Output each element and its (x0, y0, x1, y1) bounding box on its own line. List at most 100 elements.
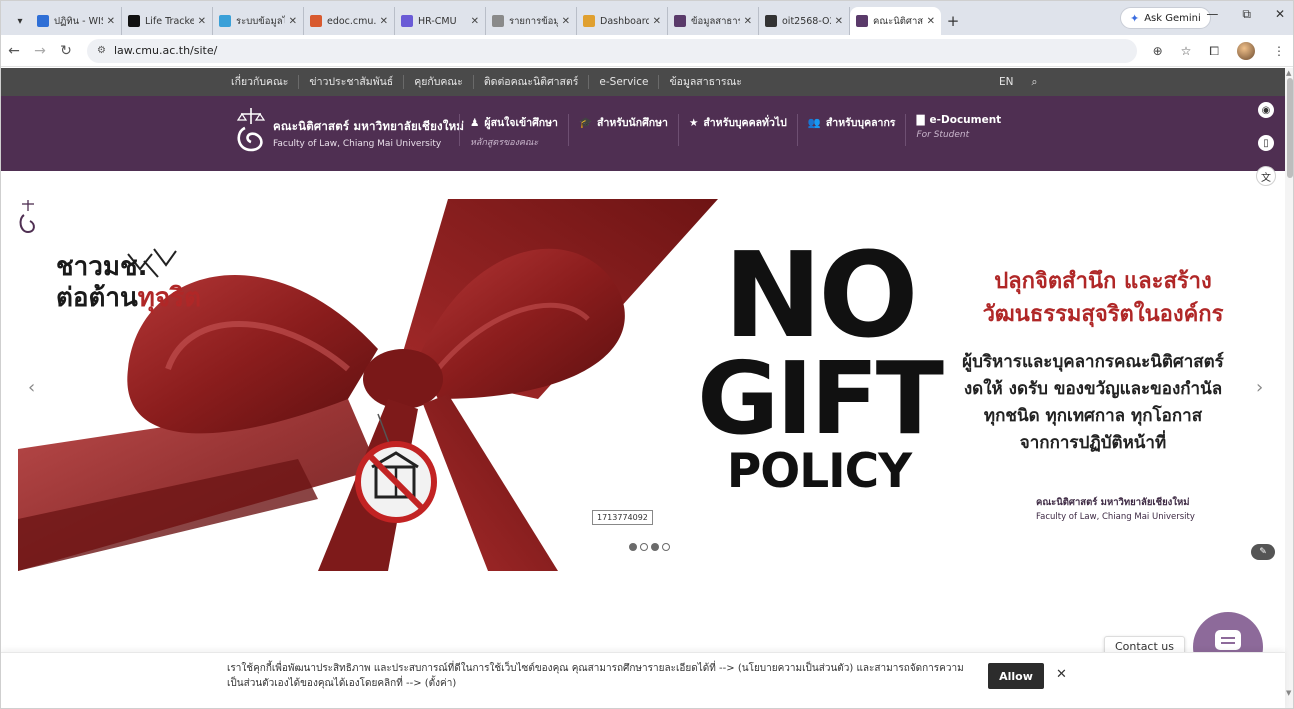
extensions-icon[interactable]: ⧠ (1209, 44, 1219, 59)
cookie-allow-button[interactable]: Allow (988, 663, 1044, 689)
tab-close-icon[interactable]: ✕ (198, 16, 206, 27)
main-nav-label: ★ สำหรับบุคคลทั่วไป (689, 114, 787, 131)
hero-banner: ชาวมช. ต่อต้านทุจริต NO GIFT POLICY ปลุก… (18, 199, 1276, 571)
ask-gemini-button[interactable]: ✦ Ask Gemini (1120, 7, 1211, 29)
brand[interactable]: คณะนิติศาสตร์ มหาวิทยาลัยเชียงใหม่ Facul… (273, 118, 464, 149)
slide-dot[interactable] (662, 543, 670, 551)
top-nav-item[interactable]: คุยกับคณะ (404, 75, 474, 89)
forward-icon[interactable]: → (27, 43, 53, 59)
main-nav-item[interactable]: ★ สำหรับบุคคลทั่วไป (677, 114, 797, 146)
browser-tab[interactable]: Dashboard ส่วน ✕ (577, 7, 668, 35)
menu-kebab-icon[interactable]: ⋮ (1273, 44, 1285, 58)
title-policy: POLICY (726, 444, 912, 499)
main-nav-text: สำหรับบุคคลทั่วไป (703, 117, 787, 129)
main-nav-item[interactable]: ♟ ผู้สนใจเข้าศึกษา หลักสูตรของคณะ (459, 114, 568, 148)
faculty-logo[interactable] (233, 106, 269, 158)
browser-tab[interactable]: ข้อมูลสาธารณะ ✕ (668, 7, 759, 35)
slide-dot[interactable] (640, 543, 648, 551)
tab-label: ปฏิทิน - WISOO (54, 15, 103, 27)
translate-icon[interactable]: 文 (1256, 166, 1276, 186)
next-slide-icon[interactable]: › (1256, 377, 1263, 398)
main-nav-item[interactable]: 🎓 สำหรับนักศึกษา (567, 114, 678, 146)
url-field[interactable]: ⚙ law.cmu.ac.th/site/ (87, 38, 1137, 63)
top-nav-item[interactable]: e-Service (589, 75, 660, 89)
page-scrollbar[interactable] (1285, 68, 1293, 708)
reload-icon[interactable]: ↻ (53, 43, 79, 59)
banner-brand-thai: คณะนิติศาสตร์ มหาวิทยาลัยเชียงใหม่ (1036, 497, 1190, 508)
main-nav-label: ▇ e-Document (916, 114, 1001, 126)
main-nav-label: 👥 สำหรับบุคลากร (808, 114, 896, 131)
main-nav-subtitle: หลักสูตรของคณะ (470, 138, 539, 148)
slide-dot[interactable] (629, 543, 637, 551)
scroll-up-icon[interactable]: ▲ (1286, 69, 1291, 77)
banner-body: ผู้บริหารและบุคลากรคณะนิติศาสตร์ งดให้ ง… (928, 349, 1258, 457)
site-search-icon[interactable]: ⌕ (1032, 76, 1038, 89)
cookie-close-icon[interactable]: ✕ (1056, 667, 1067, 682)
scroll-thumb[interactable] (1287, 78, 1293, 178)
banner-brand: คณะนิติศาสตร์ มหาวิทยาลัยเชียงใหม่ Facul… (1036, 495, 1195, 522)
address-bar-row: ← → ↻ ⚙ law.cmu.ac.th/site/ ⊕ ☆ ⧠ ⋮ (1, 35, 1293, 67)
browser-tab[interactable]: ระบบข้อมูลไม้กลางผู้ใช้ ✕ (213, 7, 304, 35)
minimize-icon[interactable]: — (1206, 7, 1218, 22)
image-tools-icon[interactable]: ✎ (1251, 544, 1275, 560)
site-info-icon[interactable]: ⚙ (97, 45, 106, 56)
url-text: law.cmu.ac.th/site/ (113, 44, 218, 57)
top-nav-item[interactable]: เกี่ยวกับคณะ (221, 75, 300, 89)
tab-close-icon[interactable]: ✕ (380, 16, 388, 27)
tab-close-icon[interactable]: ✕ (744, 16, 752, 27)
title-no: NO (723, 226, 918, 364)
reader-mode-icon[interactable]: ▯ (1256, 133, 1276, 153)
hashtag-corruption: ทุจริต (137, 283, 201, 313)
accessibility-menu-icon[interactable]: ◉ (1256, 100, 1276, 120)
top-nav-item[interactable]: ข่าวประชาสัมพันธ์ (299, 75, 405, 89)
tab-close-icon[interactable]: ✕ (562, 16, 570, 27)
zoom-icon[interactable]: ⊕ (1153, 44, 1163, 58)
toolbar-icons: ⊕ ☆ ⧠ ⋮ (1153, 42, 1285, 60)
back-icon[interactable]: ← (1, 43, 27, 59)
graduation-cap-icon: 🎓 (578, 117, 593, 129)
tab-label: Dashboard ส่วน (600, 15, 649, 27)
tab-favicon-icon (219, 15, 231, 27)
top-nav-item[interactable]: ข้อมูลสาธารณะ (659, 75, 751, 89)
main-nav-text: ผู้สนใจเข้าศึกษา (484, 117, 558, 129)
main-nav: ♟ ผู้สนใจเข้าศึกษา หลักสูตรของคณะ 🎓 สำหรับนั… (459, 114, 1011, 148)
title-gift: GIFT (697, 340, 944, 457)
scroll-down-icon[interactable]: ▼ (1286, 689, 1291, 697)
tab-favicon-icon (401, 15, 413, 27)
tab-favicon-icon (674, 15, 686, 27)
profile-avatar[interactable] (1237, 42, 1255, 60)
browser-tab[interactable]: คณะนิติศาสตร์ ม ✕ (850, 7, 941, 35)
new-tab-button[interactable]: + (941, 7, 965, 35)
browser-tab[interactable]: edoc.cmu.ac.th ✕ (304, 7, 395, 35)
main-nav-item[interactable]: ▇ e-Document For Student (905, 114, 1011, 146)
tab-label: คณะนิติศาสตร์ ม (873, 15, 923, 27)
browser-tab[interactable]: oit2568-O22- ✕ (759, 7, 850, 35)
slide-dot[interactable] (651, 543, 659, 551)
tab-close-icon[interactable]: ✕ (471, 16, 479, 27)
tab-label: ข้อมูลสาธารณะ (691, 15, 740, 27)
top-nav-item[interactable]: ติดต่อคณะนิติศาสตร์ (474, 75, 590, 89)
browser-tab[interactable]: Life Tracker — ✕ (122, 7, 213, 35)
gemini-sparkle-icon: ✦ (1130, 11, 1140, 25)
main-nav-item[interactable]: 👥 สำหรับบุคลากร (796, 114, 906, 146)
language-switch[interactable]: EN (999, 76, 1014, 88)
bookmark-star-icon[interactable]: ☆ (1181, 44, 1192, 58)
tab-close-icon[interactable]: ✕ (107, 16, 115, 27)
browser-tab[interactable]: HR-CMU ✕ (395, 7, 486, 35)
tab-close-icon[interactable]: ✕ (653, 16, 661, 27)
tab-close-icon[interactable]: ✕ (289, 16, 297, 27)
close-window-icon[interactable]: ✕ (1275, 7, 1285, 22)
cookie-consent-bar: เราใช้คุกกี้เพื่อพัฒนาประสิทธิภาพ และประ… (1, 652, 1285, 708)
browser-tab[interactable]: รายการข้อมูลนี้ | CI ✕ (486, 7, 577, 35)
restore-icon[interactable]: ⧉ (1242, 7, 1251, 22)
tab-favicon-icon (765, 15, 777, 27)
tab-search-dropdown[interactable]: ▾ (9, 7, 31, 35)
tab-close-icon[interactable]: ✕ (927, 16, 935, 27)
hashtag-line-1: ชาวมช. (56, 252, 148, 282)
tab-favicon-icon (310, 15, 322, 27)
prev-slide-icon[interactable]: ‹ (28, 377, 35, 398)
main-nav-label: 🎓 สำหรับนักศึกษา (579, 114, 668, 131)
browser-tab[interactable]: ปฏิทิน - WISOO ✕ (31, 7, 122, 35)
tab-close-icon[interactable]: ✕ (835, 16, 843, 27)
main-nav-text: e-Document (929, 114, 1002, 126)
